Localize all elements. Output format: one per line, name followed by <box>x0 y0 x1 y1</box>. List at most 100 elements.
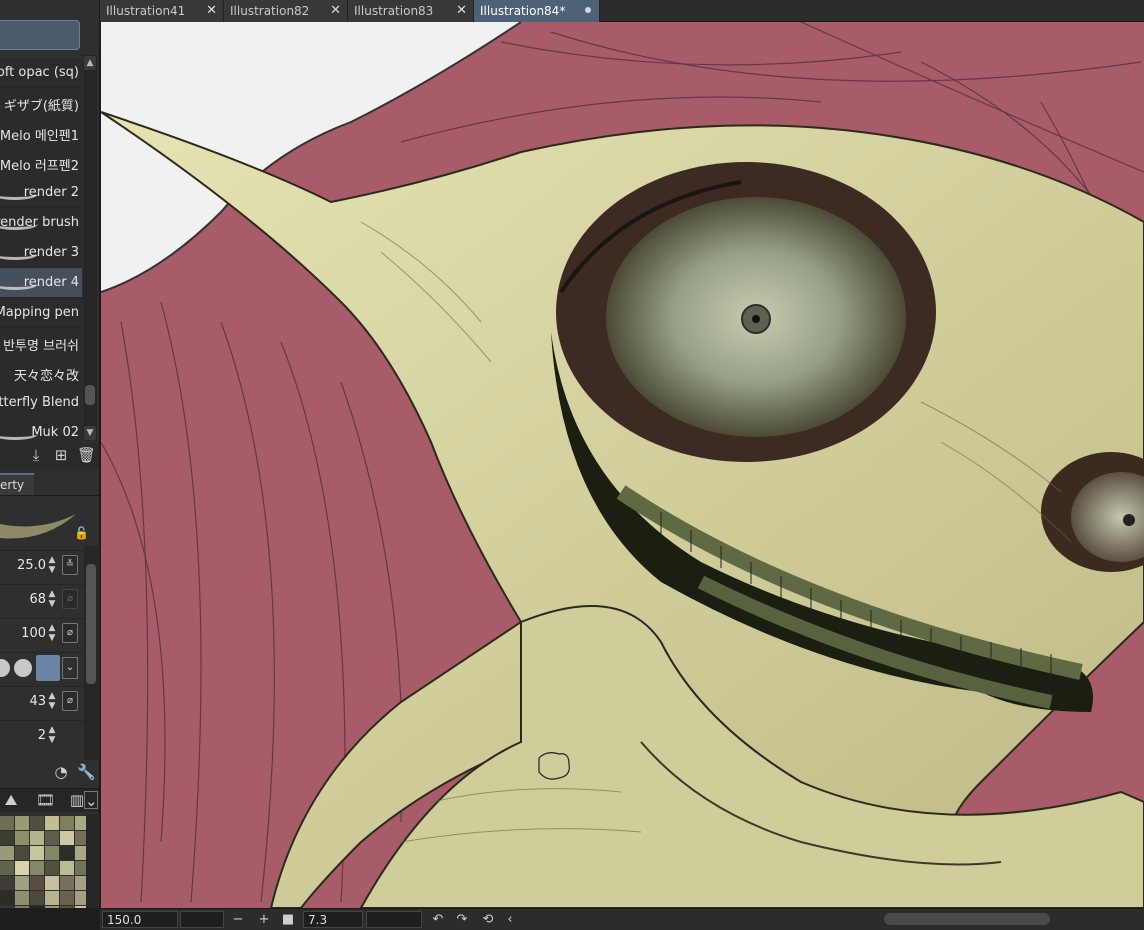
wrench-icon[interactable]: 🔧 <box>77 763 96 781</box>
color-swatch[interactable] <box>15 816 29 830</box>
color-swatch[interactable] <box>60 876 74 890</box>
color-swatch[interactable] <box>0 831 14 845</box>
color-swatch[interactable] <box>15 846 29 860</box>
color-swatch[interactable] <box>15 906 29 908</box>
color-swatch[interactable] <box>45 846 59 860</box>
color-swatch[interactable] <box>45 831 59 845</box>
color-swatch[interactable] <box>60 891 74 905</box>
swatch-scrollbar[interactable] <box>86 814 98 908</box>
brush-tip-medium-icon[interactable] <box>14 659 32 677</box>
color-swatch[interactable] <box>60 861 74 875</box>
brush-list-scrollbar[interactable]: ▲ ▼ <box>83 55 97 441</box>
horizontal-scrollbar[interactable] <box>884 913 1050 925</box>
color-swatch[interactable] <box>45 906 59 908</box>
spinner-icon[interactable]: ▲ ▼ <box>46 555 58 577</box>
chevron-down-icon[interactable]: ⌄ <box>84 791 98 810</box>
brush-item[interactable]: Melo 메인펜1 <box>0 118 82 148</box>
color-swatch[interactable] <box>60 831 74 845</box>
pressure-toggle-icon[interactable]: ⌀ <box>62 589 78 609</box>
brush-item-label: Butterfly Blend <box>0 395 79 410</box>
pressure-toggle-icon[interactable]: ⌀ <box>62 623 78 643</box>
film-icon[interactable]: 🎞 <box>36 791 55 809</box>
download-icon[interactable]: ⤓ <box>27 446 45 464</box>
drawing-canvas[interactable] <box>101 22 1144 908</box>
fit-icon[interactable]: ■ <box>280 912 296 928</box>
brush-item[interactable]: 天々恋々改 <box>0 358 82 388</box>
color-swatch[interactable] <box>15 891 29 905</box>
gauge-icon[interactable]: ◔ <box>52 763 70 781</box>
rotation-field[interactable]: 7.3 <box>303 911 363 928</box>
color-swatch[interactable] <box>30 846 44 860</box>
color-swatch[interactable] <box>30 861 44 875</box>
brush-item[interactable]: render brush <box>0 208 82 238</box>
close-icon[interactable]: ✕ <box>206 3 217 18</box>
rotation-slider[interactable] <box>366 911 422 928</box>
tab-illustration83[interactable]: Illustration83 ✕ <box>348 0 474 22</box>
brush-tip-hard-icon[interactable] <box>0 659 10 677</box>
brush-item[interactable]: 다 반투명 브러쉬 <box>0 328 82 358</box>
color-swatch[interactable] <box>30 831 44 845</box>
brush-item-selected[interactable]: render 4 <box>0 268 82 298</box>
color-swatch[interactable] <box>0 906 14 908</box>
tab-illustration84[interactable]: Illustration84* <box>474 0 600 22</box>
brush-item[interactable]: Mapping pen <box>0 298 82 328</box>
lock-icon[interactable]: 🔓 <box>74 526 89 540</box>
brush-item[interactable]: render 3 <box>0 238 82 268</box>
property-scrollbar[interactable] <box>84 546 98 760</box>
tab-tool-property[interactable]: erty <box>0 473 34 495</box>
color-swatch[interactable] <box>0 891 14 905</box>
brush-category-header[interactable] <box>0 20 80 50</box>
color-swatch[interactable] <box>30 906 44 908</box>
duplicate-icon[interactable]: ⊞ <box>52 446 70 464</box>
spinner-icon[interactable]: ▲ ▼ <box>46 589 58 611</box>
mountain-icon[interactable]: ⛰ <box>2 791 20 809</box>
pressure-toggle-icon[interactable]: ≚ <box>62 555 78 575</box>
brush-item[interactable]: Melo 러프펜2 <box>0 148 82 178</box>
zoom-in-icon[interactable]: + <box>256 912 272 928</box>
color-swatch[interactable] <box>45 816 59 830</box>
brush-item[interactable]: render 2 <box>0 178 82 208</box>
brush-item[interactable]: soft opac (sq) <box>0 58 82 88</box>
brush-item[interactable]: ギザブ(紙質) <box>0 88 82 118</box>
color-swatch[interactable] <box>30 876 44 890</box>
rotate-right-icon[interactable]: ↷ <box>454 912 470 928</box>
spinner-icon[interactable]: ▲ ▼ <box>46 725 58 747</box>
color-swatch[interactable] <box>30 816 44 830</box>
color-swatch[interactable] <box>15 831 29 845</box>
spinner-icon[interactable]: ▲ ▼ <box>46 691 58 713</box>
color-swatch[interactable] <box>45 861 59 875</box>
color-swatch[interactable] <box>15 876 29 890</box>
tab-illustration82[interactable]: Illustration82 ✕ <box>224 0 348 22</box>
color-swatch[interactable] <box>0 861 14 875</box>
color-swatch[interactable] <box>0 876 14 890</box>
pressure-toggle-icon[interactable]: ⌀ <box>62 691 78 711</box>
color-swatch[interactable] <box>60 906 74 908</box>
zoom-field[interactable]: 150.0 <box>102 911 178 928</box>
color-swatch[interactable] <box>0 846 14 860</box>
color-swatch[interactable] <box>45 876 59 890</box>
close-icon[interactable]: ✕ <box>456 3 467 18</box>
color-swatch[interactable] <box>15 861 29 875</box>
chevron-left-icon[interactable]: ‹ <box>502 912 518 928</box>
brush-tip-soft-selected-icon[interactable] <box>36 655 60 681</box>
zoom-slider[interactable] <box>180 911 224 928</box>
tab-illustration41[interactable]: Illustration41 ✕ <box>100 0 224 22</box>
chevron-up-icon[interactable]: ▲ <box>84 56 96 70</box>
color-swatch[interactable] <box>60 816 74 830</box>
color-swatch[interactable] <box>30 891 44 905</box>
trash-icon[interactable]: 🗑 <box>77 446 96 464</box>
color-swatch[interactable] <box>45 891 59 905</box>
scroll-thumb[interactable] <box>85 385 95 405</box>
color-swatch[interactable] <box>60 846 74 860</box>
unsaved-dot-icon[interactable] <box>585 7 591 13</box>
scroll-thumb[interactable] <box>86 564 96 684</box>
zoom-out-icon[interactable]: − <box>230 912 246 928</box>
spinner-icon[interactable]: ▲ ▼ <box>46 623 58 645</box>
brush-item[interactable]: Butterfly Blend <box>0 388 82 418</box>
color-swatch[interactable] <box>0 816 14 830</box>
chevron-down-icon[interactable]: ⌄ <box>62 657 78 679</box>
reset-rotation-icon[interactable]: ⟲ <box>480 912 496 928</box>
chevron-down-icon[interactable]: ▼ <box>84 426 96 440</box>
close-icon[interactable]: ✕ <box>330 3 341 18</box>
rotate-left-icon[interactable]: ↶ <box>430 912 446 928</box>
